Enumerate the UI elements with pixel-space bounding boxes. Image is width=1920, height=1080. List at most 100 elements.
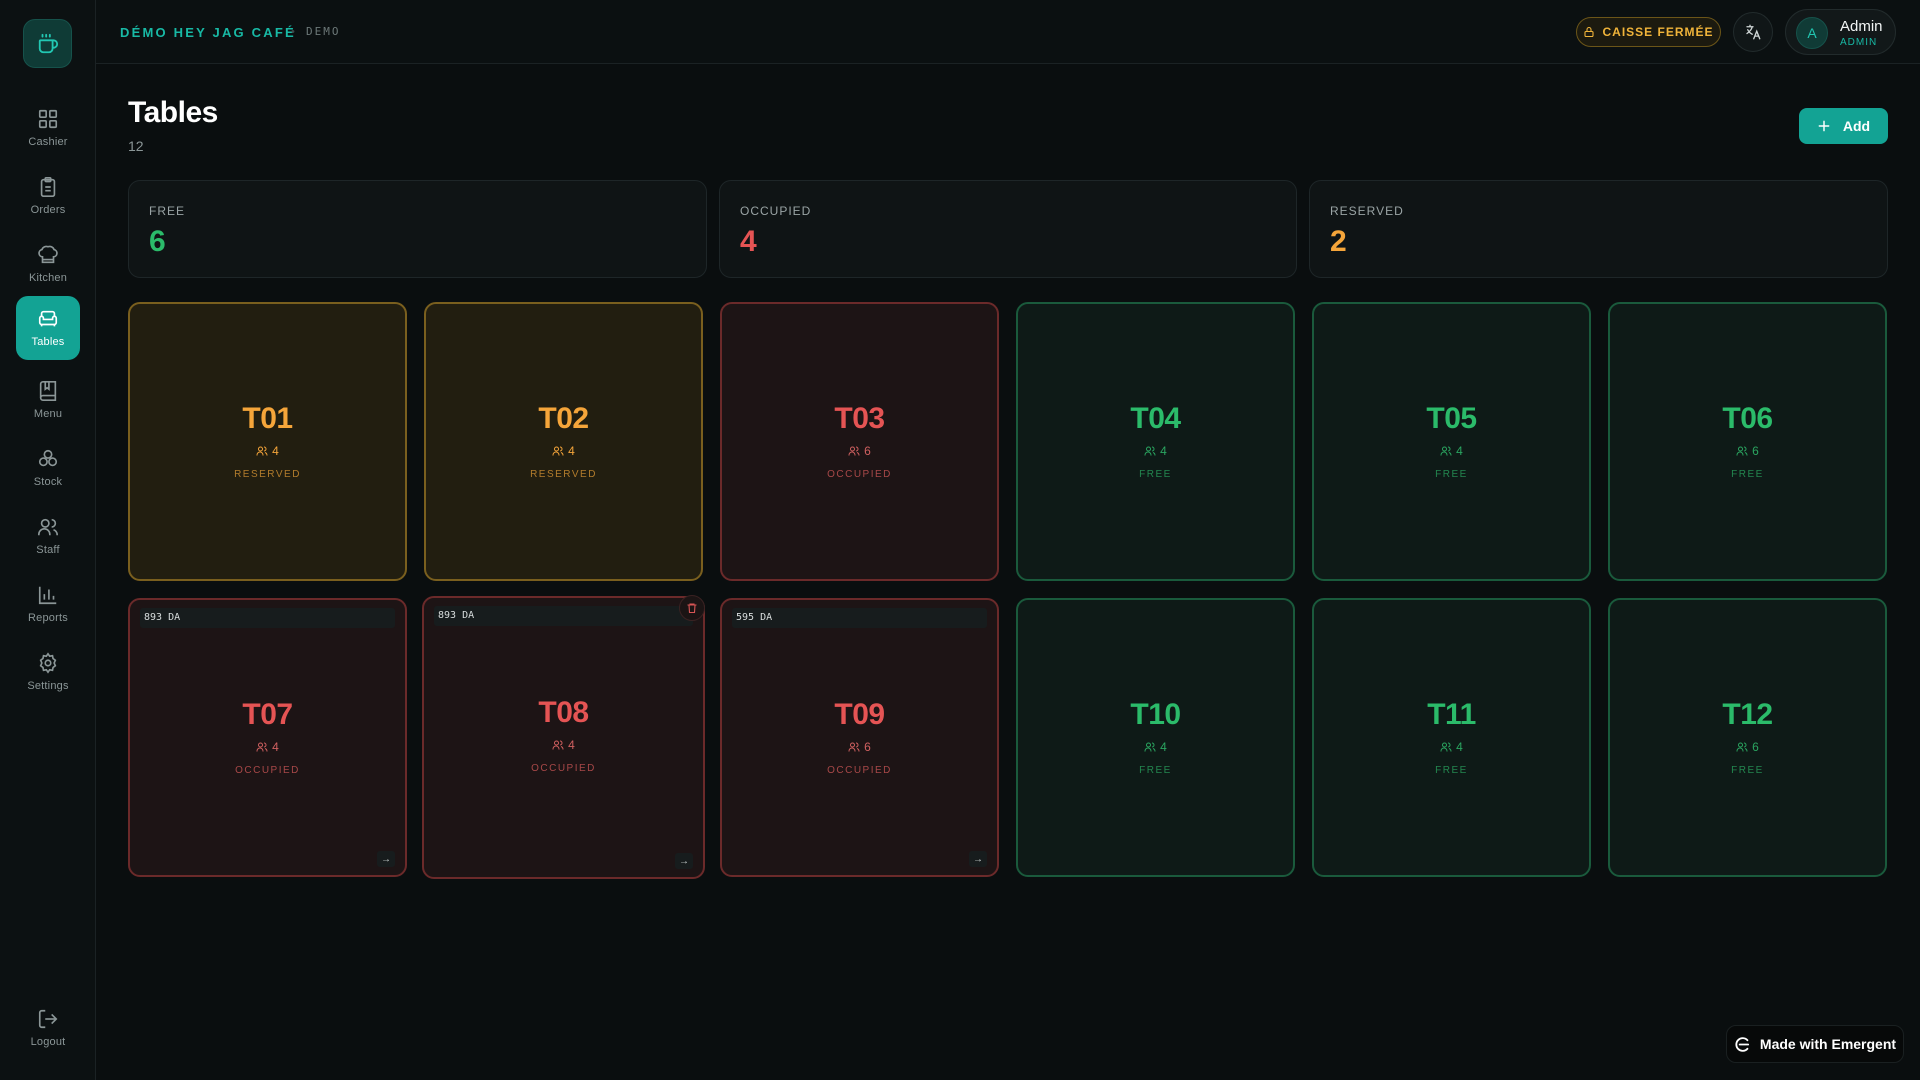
register-status-badge[interactable]: CAISSE FERMÉE xyxy=(1576,17,1721,47)
table-amount: 893 DA xyxy=(140,608,395,628)
seat-count: 4 xyxy=(272,740,279,754)
app-logo[interactable] xyxy=(23,19,72,68)
brand-separator: • xyxy=(291,26,295,38)
users-icon xyxy=(1736,741,1748,753)
users-icon xyxy=(38,518,58,536)
sidebar-item-stock[interactable]: Stock xyxy=(16,436,80,500)
table-status: FREE xyxy=(1435,469,1468,480)
sidebar-item-tables[interactable]: Tables xyxy=(16,296,80,360)
users-icon xyxy=(552,445,564,457)
arrow-right-icon[interactable]: → xyxy=(377,851,395,867)
table-seats: 4 xyxy=(424,738,703,752)
table-seats: 6 xyxy=(1610,740,1885,754)
user-role: ADMIN xyxy=(1840,37,1878,48)
table-card-t01[interactable]: T01 4 RESERVED xyxy=(128,302,407,581)
trash-icon xyxy=(687,603,697,614)
sidebar-item-label: Cashier xyxy=(28,136,68,148)
add-table-label: Add xyxy=(1842,118,1871,134)
emergent-logo-icon xyxy=(1735,1036,1750,1052)
seat-count: 6 xyxy=(1752,740,1759,754)
logout-icon xyxy=(38,1009,58,1029)
users-icon xyxy=(256,445,268,457)
book-icon xyxy=(39,381,57,401)
arrow-right-icon[interactable]: → xyxy=(969,851,987,867)
sidebar-item-reports[interactable]: Reports xyxy=(16,572,80,636)
table-card-t07[interactable]: 893 DA → T07 4 OCCUPIED xyxy=(128,598,407,877)
table-card-t12[interactable]: T12 6 FREE xyxy=(1608,598,1887,877)
table-name: T03 xyxy=(834,402,885,435)
grid-icon xyxy=(38,109,58,129)
table-card-t02[interactable]: T02 4 RESERVED xyxy=(424,302,703,581)
table-card-t06[interactable]: T06 6 FREE xyxy=(1608,302,1887,581)
seat-count: 4 xyxy=(1456,740,1463,754)
table-status: FREE xyxy=(1731,469,1764,480)
sidebar: Cashier Orders Kitchen Tables Menu Stock… xyxy=(0,0,96,1080)
table-card-t11[interactable]: T11 4 FREE xyxy=(1312,598,1591,877)
users-icon xyxy=(1440,741,1452,753)
seat-count: 6 xyxy=(864,444,871,458)
table-card-t09[interactable]: 595 DA → T09 6 OCCUPIED xyxy=(720,598,999,877)
table-status: RESERVED xyxy=(530,469,597,480)
armchair-icon xyxy=(38,310,58,327)
table-name: T10 xyxy=(1130,698,1181,731)
table-card-t08[interactable]: 893 DA → T08 4 OCCUPIED xyxy=(422,595,705,879)
sidebar-item-settings[interactable]: Settings xyxy=(16,640,80,704)
table-name: T12 xyxy=(1722,698,1773,731)
table-status: FREE xyxy=(1435,765,1468,776)
table-card-t04[interactable]: T04 4 FREE xyxy=(1016,302,1295,581)
language-button[interactable] xyxy=(1733,12,1773,52)
table-status: RESERVED xyxy=(234,469,301,480)
seat-count: 6 xyxy=(1752,444,1759,458)
sidebar-item-orders[interactable]: Orders xyxy=(16,164,80,228)
chef-hat-icon xyxy=(38,245,58,264)
stat-card-occupied: OCCUPIED 4 xyxy=(719,180,1297,278)
stat-label: RESERVED xyxy=(1330,204,1404,218)
sidebar-item-menu[interactable]: Menu xyxy=(16,368,80,432)
table-name: T06 xyxy=(1722,402,1773,435)
users-icon xyxy=(848,445,860,457)
users-icon xyxy=(552,739,564,751)
table-name: T02 xyxy=(538,402,589,435)
delete-table-button[interactable] xyxy=(679,595,705,621)
user-name: Admin xyxy=(1840,18,1883,35)
stat-card-free: FREE 6 xyxy=(128,180,707,278)
seat-count: 6 xyxy=(864,740,871,754)
sidebar-item-label: Staff xyxy=(36,544,60,556)
users-icon xyxy=(848,741,860,753)
register-status-label: CAISSE FERMÉE xyxy=(1602,25,1714,39)
table-status: OCCUPIED xyxy=(531,763,596,774)
table-name: T04 xyxy=(1130,402,1181,435)
table-amount: 893 DA xyxy=(434,606,693,626)
made-with-emergent-badge[interactable]: Made with Emergent xyxy=(1726,1025,1904,1063)
table-card-t03[interactable]: T03 6 OCCUPIED xyxy=(720,302,999,581)
translate-icon xyxy=(1746,24,1761,40)
seat-count: 4 xyxy=(1456,444,1463,458)
stat-card-reserved: RESERVED 2 xyxy=(1309,180,1888,278)
sidebar-item-label: Tables xyxy=(31,336,65,348)
table-seats: 6 xyxy=(722,444,997,458)
table-seats: 6 xyxy=(1610,444,1885,458)
table-card-t10[interactable]: T10 4 FREE xyxy=(1016,598,1295,877)
table-seats: 4 xyxy=(1018,444,1293,458)
seat-count: 4 xyxy=(568,738,575,752)
logout-label: Logout xyxy=(30,1036,66,1048)
table-name: T11 xyxy=(1427,698,1476,731)
boxes-icon xyxy=(38,449,58,467)
sidebar-item-cashier[interactable]: Cashier xyxy=(16,96,80,160)
table-card-t05[interactable]: T05 4 FREE xyxy=(1312,302,1591,581)
logout-button[interactable]: Logout xyxy=(16,996,80,1060)
table-seats: 6 xyxy=(722,740,997,754)
sidebar-item-label: Menu xyxy=(33,408,63,420)
users-icon xyxy=(256,741,268,753)
arrow-right-icon[interactable]: → xyxy=(675,853,693,869)
user-menu[interactable]: A Admin ADMIN xyxy=(1785,9,1896,55)
users-icon xyxy=(1144,445,1156,457)
sidebar-item-staff[interactable]: Staff xyxy=(16,504,80,568)
sidebar-item-label: Settings xyxy=(27,680,69,692)
sidebar-item-kitchen[interactable]: Kitchen xyxy=(16,232,80,296)
page-title: Tables xyxy=(128,96,218,129)
add-table-button[interactable]: Add xyxy=(1799,108,1888,144)
coffee-cup-icon xyxy=(38,33,58,53)
table-seats: 4 xyxy=(130,740,405,754)
table-name: T09 xyxy=(834,698,885,731)
